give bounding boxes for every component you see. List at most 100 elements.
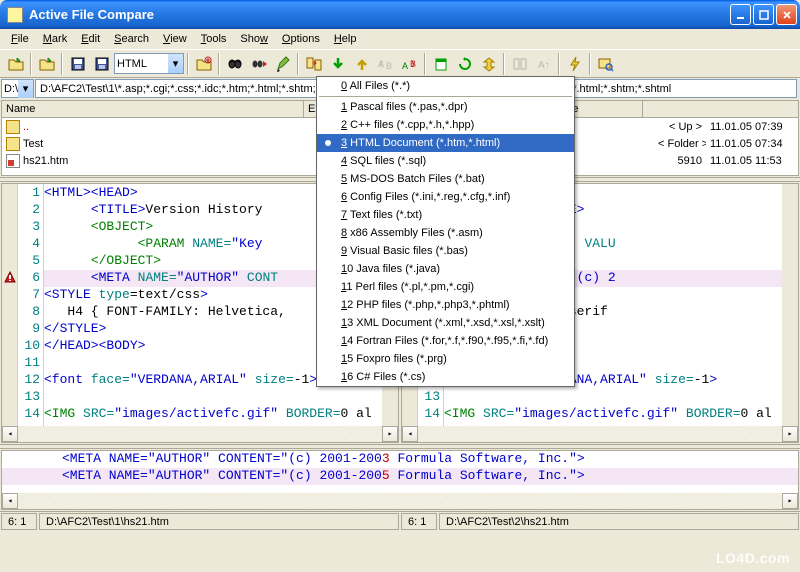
- watermark: LO4D.com: [716, 550, 790, 566]
- dropdown-item[interactable]: 16 C# Files (*.cs): [317, 368, 574, 386]
- columns-button[interactable]: [508, 52, 531, 75]
- minimize-button[interactable]: [730, 4, 751, 25]
- svg-text:A↑: A↑: [538, 60, 550, 71]
- file-name: hs21.htm: [23, 155, 68, 167]
- scroll-left-button[interactable]: ◂: [2, 426, 18, 442]
- dropdown-item[interactable]: 7 Text files (*.txt): [317, 206, 574, 224]
- scroll-left-button[interactable]: ◂: [402, 426, 418, 442]
- chevron-down-icon[interactable]: ▾: [168, 54, 183, 73]
- dropdown-item[interactable]: 11 Perl files (*.pl,*.pm,*.cgi): [317, 278, 574, 296]
- save-right-button[interactable]: [90, 52, 113, 75]
- horizontal-splitter-2[interactable]: [0, 444, 800, 449]
- dropdown-item[interactable]: 15 Foxpro files (*.prg): [317, 350, 574, 368]
- dropdown-item[interactable]: 10 Java files (*.java): [317, 260, 574, 278]
- open-right-button[interactable]: [35, 52, 58, 75]
- menubar: File Mark Edit Search View Tools Show Op…: [0, 29, 800, 49]
- dropdown-separator: [319, 96, 572, 97]
- bullet-icon: [325, 140, 331, 146]
- scroll-right-button[interactable]: ▸: [382, 426, 398, 442]
- scroll-right-button[interactable]: ▸: [782, 426, 798, 442]
- scroll-track[interactable]: [418, 426, 782, 442]
- file-name: Test: [23, 138, 43, 150]
- separator: [297, 53, 299, 75]
- save-left-button[interactable]: [66, 52, 89, 75]
- menu-show[interactable]: Show: [233, 31, 275, 47]
- separator: [424, 53, 426, 75]
- code-line[interactable]: [44, 389, 382, 406]
- menu-view[interactable]: View: [156, 31, 194, 47]
- maximize-button[interactable]: [753, 4, 774, 25]
- dropdown-item[interactable]: 1 Pascal files (*.pas,*.dpr): [317, 98, 574, 116]
- dropdown-item[interactable]: 2 C++ files (*.cpp,*.h,*.hpp): [317, 116, 574, 134]
- toolbar: HTML ▾ AB BA A↑: [0, 49, 800, 77]
- code-line[interactable]: [444, 389, 782, 406]
- dropdown-item[interactable]: 3 HTML Document (*.htm,*.html): [317, 134, 574, 152]
- code-line[interactable]: <IMG SRC="images/activefc.gif" BORDER=0 …: [444, 406, 782, 423]
- sync-scroll-button[interactable]: [477, 52, 500, 75]
- scroll-track[interactable]: [18, 493, 782, 509]
- col-name[interactable]: Name: [2, 101, 304, 117]
- merge-button[interactable]: [302, 52, 325, 75]
- menu-search[interactable]: Search: [107, 31, 156, 47]
- svg-text:B: B: [386, 61, 392, 71]
- file-date: 11.01.05 11:53: [706, 155, 798, 167]
- dropdown-item[interactable]: 14 Fortran Files (*.for,*.f,*.f90,*.f95,…: [317, 332, 574, 350]
- menu-edit[interactable]: Edit: [74, 31, 107, 47]
- file-date: 11.01.05 07:34: [706, 138, 798, 150]
- svg-text:A: A: [378, 59, 384, 69]
- chevron-down-icon: ▾: [18, 80, 33, 98]
- line-number-column: 1234567891011121314: [18, 184, 44, 442]
- edit-button[interactable]: [271, 52, 294, 75]
- app-icon: [7, 7, 23, 23]
- filetype-dropdown[interactable]: 0 All Files (*.*) 1 Pascal files (*.pas,…: [316, 76, 575, 387]
- copy-left-button[interactable]: AB: [374, 52, 397, 75]
- next-diff-button[interactable]: [326, 52, 349, 75]
- find-next-button[interactable]: [247, 52, 270, 75]
- dropdown-item[interactable]: 13 XML Document (*.xml,*.xsd,*.xsl,*.xsl…: [317, 314, 574, 332]
- status-left-path: D:\AFC2\Test\1\hs21.htm: [39, 513, 399, 530]
- code-line[interactable]: <IMG SRC="images/activefc.gif" BORDER=0 …: [44, 406, 382, 423]
- separator: [503, 53, 505, 75]
- status-left-pos: 6: 1: [1, 513, 37, 530]
- search-button[interactable]: [594, 52, 617, 75]
- menu-help[interactable]: Help: [327, 31, 364, 47]
- dropdown-item[interactable]: 9 Visual Basic files (*.bas): [317, 242, 574, 260]
- diff-summary-pane[interactable]: <META NAME="AUTHOR" CONTENT="(c) 2001-20…: [1, 450, 799, 510]
- dropdown-item[interactable]: 5 MS-DOS Batch Files (*.bat): [317, 170, 574, 188]
- file-name: ..: [23, 121, 29, 133]
- scrollbar-vertical[interactable]: [782, 184, 798, 426]
- prev-diff-button[interactable]: [350, 52, 373, 75]
- scrollbar-horizontal[interactable]: ◂ ▸: [2, 493, 798, 509]
- scroll-right-button[interactable]: ▸: [782, 493, 798, 509]
- separator: [218, 53, 220, 75]
- separator: [61, 53, 63, 75]
- left-drive-combo[interactable]: D:\▾: [1, 79, 34, 98]
- open-left-button[interactable]: [4, 52, 27, 75]
- dropdown-item[interactable]: 6 Config Files (*.ini,*.reg,*.cfg,*.inf): [317, 188, 574, 206]
- diff-line-left: <META NAME="AUTHOR" CONTENT="(c) 2001-20…: [2, 451, 798, 468]
- filetype-combo[interactable]: HTML ▾: [114, 53, 184, 74]
- dropdown-item[interactable]: 4 SQL files (*.sql): [317, 152, 574, 170]
- bolt-button[interactable]: [563, 52, 586, 75]
- up-icon: [6, 120, 20, 134]
- menu-tools[interactable]: Tools: [194, 31, 234, 47]
- dropdown-item[interactable]: 12 PHP files (*.php,*.php3,*.phtml): [317, 296, 574, 314]
- scrollbar-horizontal[interactable]: ◂ ▸: [402, 426, 798, 442]
- new-compare-button[interactable]: [192, 52, 215, 75]
- dropdown-item-all[interactable]: 0 All Files (*.*): [317, 77, 574, 95]
- dropdown-item[interactable]: 8 x86 Assembly Files (*.asm): [317, 224, 574, 242]
- copy-right-button[interactable]: BA: [398, 52, 421, 75]
- scroll-left-button[interactable]: ◂: [2, 493, 18, 509]
- menu-mark[interactable]: Mark: [36, 31, 74, 47]
- recompare-button[interactable]: [453, 52, 476, 75]
- find-button[interactable]: [223, 52, 246, 75]
- separator: [30, 53, 32, 75]
- scrollbar-horizontal[interactable]: ◂ ▸: [2, 426, 398, 442]
- scroll-track[interactable]: [18, 426, 382, 442]
- svg-text:B: B: [410, 59, 416, 69]
- refresh-button[interactable]: [429, 52, 452, 75]
- menu-file[interactable]: File: [4, 31, 36, 47]
- menu-options[interactable]: Options: [275, 31, 327, 47]
- columns2-button[interactable]: A↑: [532, 52, 555, 75]
- close-button[interactable]: [776, 4, 797, 25]
